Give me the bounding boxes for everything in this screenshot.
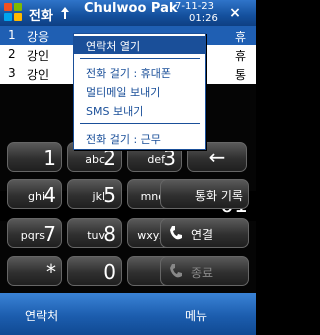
menu-item-call-mobile[interactable]: 전화 걸기 : 휴대폰: [74, 63, 205, 81]
phone-icon: [170, 264, 182, 278]
key-4[interactable]: ghi 4: [7, 179, 62, 209]
phone-screen: 전화 Chulwoo Pak 7-11-23 01:26 × 1 강응 휴 2 …: [0, 0, 256, 335]
phone-icon: [170, 226, 182, 240]
key-digit: *: [46, 260, 56, 284]
contact-name: 강인: [27, 68, 50, 82]
key-digit: 8: [103, 222, 116, 246]
row-number: 3: [8, 66, 16, 80]
key-digit: 5: [103, 183, 116, 207]
softkey-contacts[interactable]: 연락처: [25, 307, 58, 324]
menu-item-send-mms[interactable]: 멀티메일 보내기: [74, 82, 205, 100]
network-icon[interactable]: [60, 6, 70, 20]
key-digit: 4: [43, 183, 56, 207]
status-date: 7-11-23: [175, 1, 215, 12]
menu-item-label: 멀티메일 보내기: [86, 86, 161, 99]
connect-button[interactable]: 연결: [160, 218, 249, 248]
key-8[interactable]: tuv 8: [67, 218, 122, 248]
menu-item-call-work[interactable]: 전화 걸기 : 근무: [74, 129, 205, 147]
key-digit: 1: [43, 146, 56, 170]
call-history-label: 통화 기록: [195, 189, 243, 203]
call-history-button[interactable]: 통화 기록: [160, 179, 249, 209]
menu-divider: [80, 58, 200, 59]
title-bar: 전화 Chulwoo Pak 7-11-23 01:26 ×: [0, 0, 256, 26]
key-star[interactable]: *: [7, 256, 62, 286]
context-menu: 연락처 열기 전화 걸기 : 휴대폰 멀티메일 보내기 SMS 보내기 전화 걸…: [73, 33, 206, 150]
menu-divider: [80, 123, 200, 124]
phone-type: 휴: [235, 30, 247, 44]
menu-item-open-contact[interactable]: 연락처 열기: [74, 36, 205, 54]
phone-type: 휴: [235, 49, 247, 63]
key-letters: abc: [85, 153, 105, 166]
key-0[interactable]: 0: [67, 256, 122, 286]
soft-key-bar: 연락처 메뉴: [0, 293, 256, 335]
end-button[interactable]: 종료: [160, 256, 249, 286]
key-5[interactable]: jkl 5: [67, 179, 122, 209]
app-title: 전화: [29, 9, 53, 24]
status-time: 01:26: [189, 13, 218, 24]
menu-item-label: SMS 보내기: [86, 105, 144, 118]
menu-item-label: 연락처 열기: [86, 40, 141, 53]
key-digit: 0: [103, 260, 116, 284]
menu-item-label: 전화 걸기 : 휴대폰: [86, 67, 172, 80]
menu-item-label: 전화 걸기 : 근무: [86, 133, 161, 146]
row-number: 2: [8, 47, 16, 61]
softkey-menu[interactable]: 메뉴: [185, 307, 207, 324]
end-label: 종료: [191, 266, 214, 280]
close-icon[interactable]: ×: [225, 4, 245, 22]
key-digit: 7: [43, 222, 56, 246]
contact-name: 강인: [27, 49, 50, 63]
key-7[interactable]: pqrs 7: [7, 218, 62, 248]
menu-item-send-sms[interactable]: SMS 보내기: [74, 101, 205, 119]
caller-name: Chulwoo Pak: [84, 1, 178, 16]
windows-start-icon[interactable]: [3, 2, 23, 22]
key-1[interactable]: 1: [7, 142, 62, 172]
contact-name: 강응: [27, 30, 50, 44]
key-letters: pqrs: [20, 229, 45, 242]
connect-label: 연결: [191, 228, 214, 242]
phone-type: 통: [235, 68, 247, 82]
row-number: 1: [8, 28, 16, 42]
